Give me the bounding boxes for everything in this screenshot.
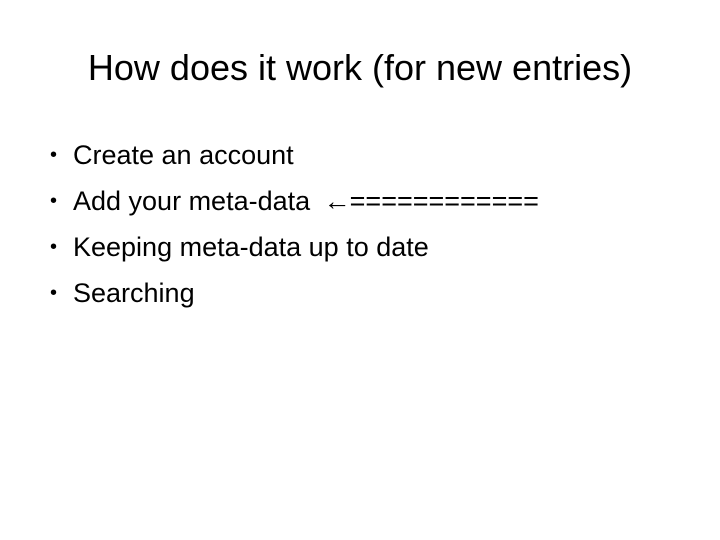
equals-line: ============ bbox=[349, 186, 539, 216]
bullet-text: Searching bbox=[73, 278, 195, 308]
bullet-icon: • bbox=[50, 236, 58, 258]
bullet-item: • Create an account bbox=[50, 132, 539, 178]
slide-title: How does it work (for new entries) bbox=[87, 47, 633, 88]
bullet-icon: • bbox=[50, 190, 58, 212]
bullet-icon: • bbox=[50, 282, 58, 304]
bullet-text: Add your meta-data bbox=[73, 186, 311, 216]
bullet-text: Keeping meta-data up to date bbox=[73, 232, 429, 262]
bullet-item: • Add your meta-data ←============ bbox=[50, 178, 539, 224]
bullet-item: • Searching bbox=[50, 270, 539, 316]
bullet-list: • Create an account • Add your meta-data… bbox=[50, 132, 539, 316]
left-arrow-icon: ← bbox=[323, 186, 351, 216]
bullet-icon: • bbox=[50, 144, 58, 166]
bullet-item: • Keeping meta-data up to date bbox=[50, 224, 539, 270]
bullet-text: Create an account bbox=[73, 140, 294, 170]
